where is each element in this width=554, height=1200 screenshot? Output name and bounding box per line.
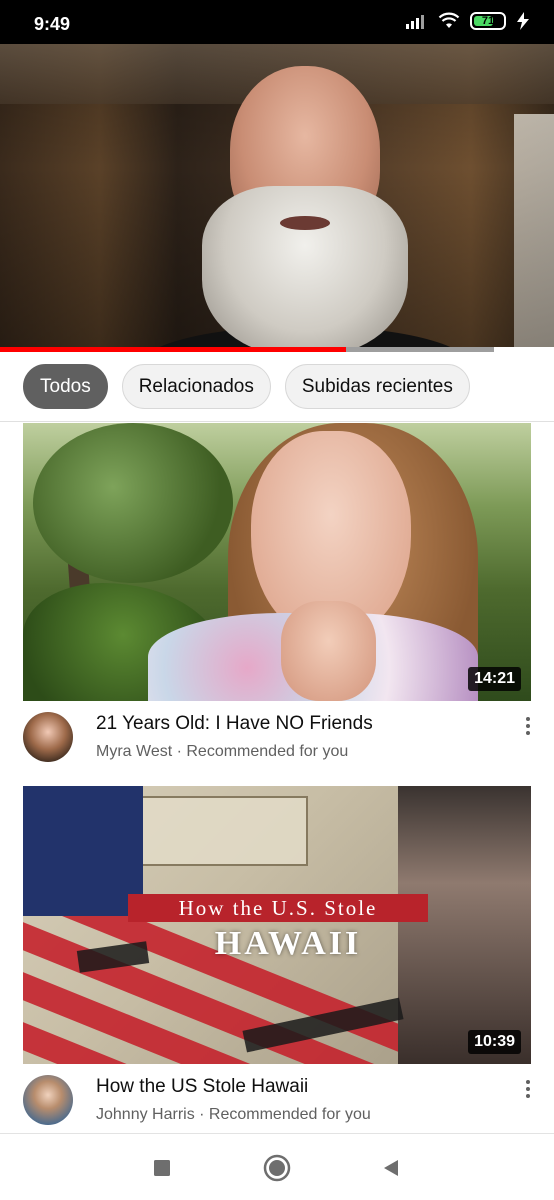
signal-icon — [406, 15, 424, 29]
duration-badge: 14:21 — [468, 667, 521, 691]
channel-avatar[interactable] — [23, 1075, 73, 1125]
speaker-mouth — [280, 216, 330, 230]
chip-todos[interactable]: Todos — [23, 364, 108, 409]
video-channel-line: Myra West · Recommended for you — [96, 743, 349, 760]
video-title[interactable]: 21 Years Old: I Have NO Friends — [96, 713, 373, 735]
system-nav-bar — [0, 1133, 554, 1200]
thumb-text-line2: HAWAII — [214, 925, 362, 962]
home-circle-icon[interactable] — [263, 1154, 291, 1182]
thumb-text-line1: How the U.S. Stole — [128, 894, 428, 922]
video-thumbnail[interactable]: How the U.S. Stole HAWAII 10:39 — [23, 786, 531, 1064]
thumb-face — [398, 786, 531, 1064]
thumb-tree — [33, 423, 233, 583]
recents-square-icon[interactable] — [148, 1154, 176, 1182]
channel-avatar[interactable] — [23, 712, 73, 762]
thumb-map — [138, 796, 308, 866]
battery-label: 71 — [481, 15, 495, 27]
wifi-icon — [438, 12, 460, 28]
screen: 9:49 71 Todos Relacionados Subidas recie… — [0, 0, 554, 1200]
speaker-figure — [140, 66, 470, 352]
video-player[interactable] — [0, 44, 554, 352]
chip-subidas-recientes[interactable]: Subidas recientes — [284, 364, 470, 409]
video-item[interactable]: 14:21 21 Years Old: I Have NO Friends My… — [0, 423, 554, 785]
more-options-icon[interactable] — [516, 711, 540, 741]
video-meta: 21 Years Old: I Have NO Friends Myra Wes… — [0, 701, 554, 775]
video-channel-line: Johnny Harris · Recommended for you — [96, 1106, 371, 1123]
recommended-feed: 14:21 21 Years Old: I Have NO Friends My… — [0, 423, 554, 1133]
battery-icon: 71 — [470, 12, 506, 30]
video-item[interactable]: How the U.S. Stole HAWAII 10:39 How the … — [0, 786, 554, 1133]
video-meta: How the US Stole Hawaii Johnny Harris · … — [0, 1064, 554, 1133]
flag-canton — [23, 786, 143, 916]
status-icons: 71 — [406, 12, 530, 30]
duration-badge: 10:39 — [468, 1030, 521, 1054]
video-thumbnail[interactable]: 14:21 — [23, 423, 531, 701]
more-options-icon[interactable] — [516, 1074, 540, 1104]
player-window — [514, 114, 554, 352]
video-title[interactable]: How the US Stole Hawaii — [96, 1076, 308, 1098]
status-time: 9:49 — [34, 14, 71, 34]
filter-chips: Todos Relacionados Subidas recientes — [0, 352, 554, 422]
chip-relacionados[interactable]: Relacionados — [121, 364, 271, 409]
status-bar: 9:49 71 — [0, 0, 554, 44]
speaker-beard — [202, 186, 408, 352]
charging-icon — [517, 12, 529, 30]
thumb-hand — [281, 601, 376, 701]
back-triangle-icon[interactable] — [377, 1154, 405, 1182]
